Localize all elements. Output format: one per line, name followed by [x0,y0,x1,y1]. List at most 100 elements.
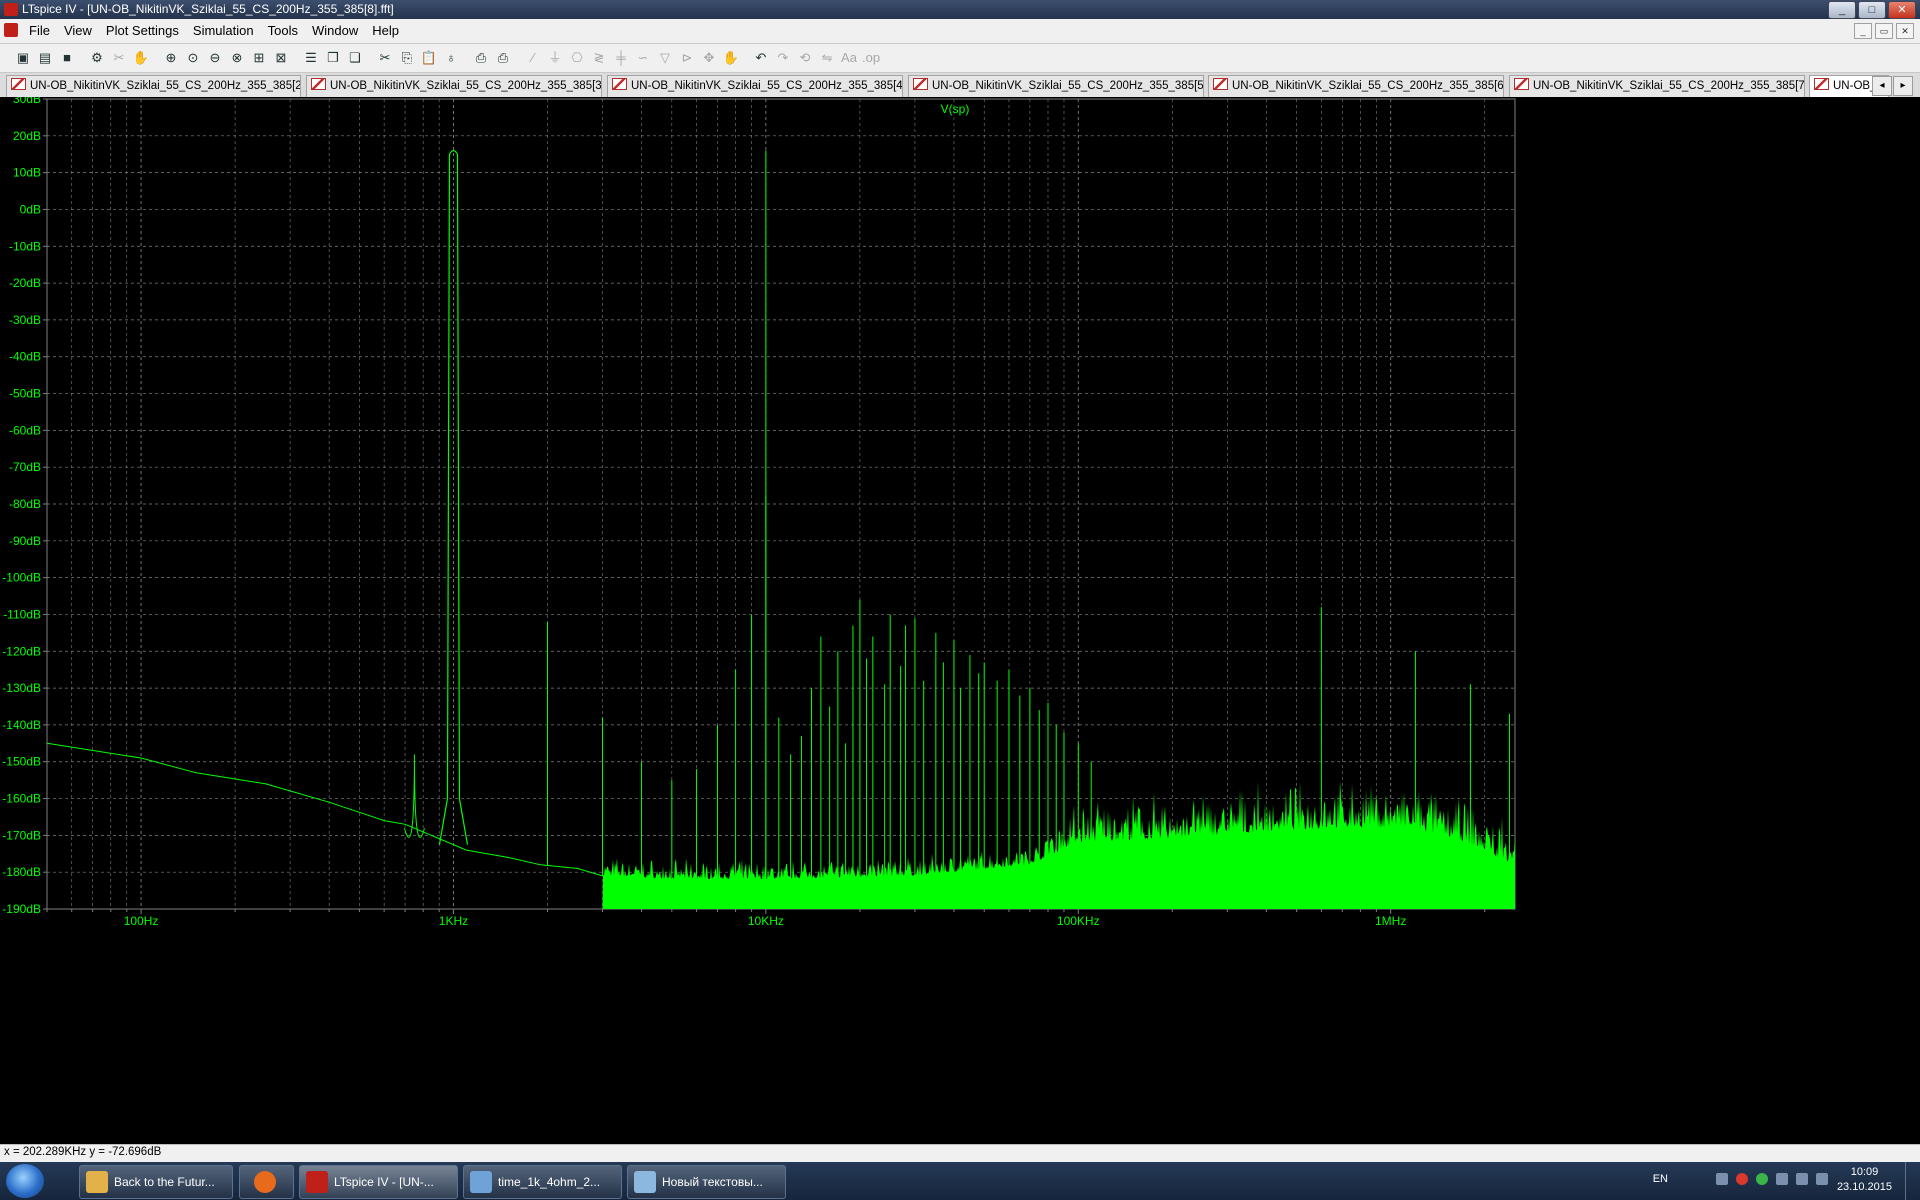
copy-icon[interactable]: ⎘ [398,49,416,67]
menu-view[interactable]: View [57,19,99,43]
ground-icon[interactable]: ⏚ [546,49,564,67]
tray-volume-icon[interactable] [1816,1173,1828,1185]
ltspice-icon [306,1171,328,1193]
rotate-icon[interactable]: ⟲ [796,49,814,67]
mdi-close-button[interactable]: ✕ [1896,23,1914,39]
menu-file[interactable]: File [22,19,57,43]
taskbar-item-image-viewer[interactable]: time_1k_4ohm_2... [463,1165,622,1199]
document-icon[interactable] [4,23,18,37]
move-icon[interactable]: ✥ [700,49,718,67]
tab-fft-3[interactable]: UN-OB_NikitinVK_Sziklai_55_CS_200Hz_355_… [306,75,602,97]
mirror-icon[interactable]: ⇋ [818,49,836,67]
maximize-button[interactable]: □ [1858,1,1886,19]
open-icon[interactable]: ▤ [36,49,54,67]
print-icon[interactable]: ⎙ [472,49,490,67]
language-indicator[interactable]: EN [1653,1173,1668,1185]
new-schematic-icon[interactable]: ▣ [14,49,32,67]
y-tick-label: -80dB [9,497,41,511]
y-tick-label: -40dB [9,350,41,364]
close-button[interactable]: ✕ [1888,1,1916,19]
ltspice-app-icon[interactable] [4,3,18,16]
notepad-icon [634,1171,656,1193]
clock[interactable]: 10:09 23.10.2015 [1837,1165,1892,1195]
title-bar: LTspice IV - [UN-OB_NikitinVK_Sziklai_55… [0,0,1920,19]
y-tick-label: -160dB [2,792,41,806]
y-tick-label: -180dB [2,865,41,879]
trace-name-label[interactable]: V(sp) [941,102,970,116]
tab-fft-4[interactable]: UN-OB_NikitinVK_Sziklai_55_CS_200Hz_355_… [607,75,903,97]
start-button[interactable] [6,1164,44,1198]
print-preview-icon[interactable]: ⎙ [494,49,512,67]
fft-plot-pane[interactable]: 30dB 20dB 10dB 0dB -10dB -20dB -30dB -40dB -50dB… [0,92,1920,1151]
redo-icon[interactable]: ↷ [774,49,792,67]
undo-icon[interactable]: ↶ [752,49,770,67]
y-tick-label: -100dB [2,571,41,585]
tray-update-icon[interactable] [1756,1173,1768,1185]
autorange-icon[interactable]: ⊞ [250,49,268,67]
folder-icon [86,1171,108,1193]
control-panel-icon[interactable]: ⚙ [88,49,106,67]
cascade-icon[interactable]: ❐ [324,49,342,67]
trace-peaks [403,149,1510,880]
capacitor-icon[interactable]: ╪ [612,49,630,67]
zoom-in-icon[interactable]: ⊕ [162,49,180,67]
y-tick-label: -20dB [9,276,41,290]
mdi-minimize-button[interactable]: _ [1854,23,1872,39]
tile-horizontal-icon[interactable]: ☰ [302,49,320,67]
tray-network-icon[interactable] [1776,1173,1788,1185]
fft-chart[interactable]: 30dB 20dB 10dB 0dB -10dB -20dB -30dB -40dB -50dB… [0,92,1920,1151]
tray-folder-icon[interactable] [1716,1173,1728,1185]
show-desktop-button[interactable] [1905,1162,1920,1200]
label-icon[interactable]: ⎔ [568,49,586,67]
toolbar: ▣ ▤ ■ ⚙ ✂ ✋ ⊕ ⊙ ⊖ ⊗ ⊞ ⊠ ☰ ❐ ❏ ✂ ⎘ 📋 ♁ ⎙ ⎙ ∕ ⏚ ⎔ ≷ ╪ ∽ ▽ ⊳ ✥ ✋ ↶ ↷ ⟲ ⇋ Aa .op [0,44,1920,73]
spice-directive-icon[interactable]: .op [862,49,880,67]
halt-icon[interactable]: ✋ [132,49,150,67]
find-icon[interactable]: ♁ [442,49,460,67]
paste-icon[interactable]: 📋 [420,49,438,67]
pick-traces-icon[interactable]: ⊠ [272,49,290,67]
minimize-button[interactable]: _ [1828,1,1856,19]
waveform-icon [612,78,627,90]
taskbar-item-ltspice[interactable]: LTspice IV - [UN-... [299,1165,458,1199]
diode-icon[interactable]: ▽ [656,49,674,67]
x-tick-label: 100KHz [1057,914,1100,928]
tray-monitor-icon[interactable] [1796,1173,1808,1185]
y-tick-label: -140dB [2,718,41,732]
tab-scroll-right-button[interactable]: ▸ [1893,76,1913,96]
inductor-icon[interactable]: ∽ [634,49,652,67]
x-tick-label: 100Hz [124,914,159,928]
component-icon[interactable]: ⊳ [678,49,696,67]
y-tick-label: -90dB [9,534,41,548]
wire-icon[interactable]: ∕ [524,49,542,67]
tile-vertical-icon[interactable]: ❏ [346,49,364,67]
save-icon[interactable]: ■ [58,49,76,67]
zoom-out-icon[interactable]: ⊖ [206,49,224,67]
taskbar-item-firefox[interactable] [239,1165,294,1199]
tab-fft-2[interactable]: UN-OB_NikitinVK_Sziklai_55_CS_200Hz_355_… [6,75,301,97]
run-icon[interactable]: ✂ [110,49,128,67]
cut-icon[interactable]: ✂ [376,49,394,67]
menu-tools[interactable]: Tools [261,19,305,43]
tab-fft-6[interactable]: UN-OB_NikitinVK_Sziklai_55_CS_200Hz_355_… [1208,75,1504,97]
menu-simulation[interactable]: Simulation [186,19,261,43]
y-tick-label: 0dB [20,202,41,216]
mdi-restore-button[interactable]: ▭ [1875,23,1893,39]
tab-fft-7[interactable]: UN-OB_NikitinVK_Sziklai_55_CS_200Hz_355_… [1509,75,1805,97]
zoom-fit-icon[interactable]: ⊗ [228,49,246,67]
menu-window[interactable]: Window [305,19,365,43]
resistor-icon[interactable]: ≷ [590,49,608,67]
waveform-icon [1514,78,1529,90]
menu-plot-settings[interactable]: Plot Settings [99,19,186,43]
text-icon[interactable]: Aa [840,49,858,67]
drag-icon[interactable]: ✋ [722,49,740,67]
taskbar-item-notepad[interactable]: Новый текстовы... [627,1165,786,1199]
menu-help[interactable]: Help [365,19,406,43]
waveform-icon [11,78,26,90]
tab-fft-5[interactable]: UN-OB_NikitinVK_Sziklai_55_CS_200Hz_355_… [908,75,1204,97]
tray-antivirus-icon[interactable] [1736,1173,1748,1185]
y-tick-label: -170dB [2,828,41,842]
taskbar-item-explorer[interactable]: Back to the Futur... [79,1165,233,1199]
zoom-area-icon[interactable]: ⊙ [184,49,202,67]
tab-scroll-left-button[interactable]: ◂ [1872,76,1892,96]
x-tick-label: 1MHz [1375,914,1406,928]
